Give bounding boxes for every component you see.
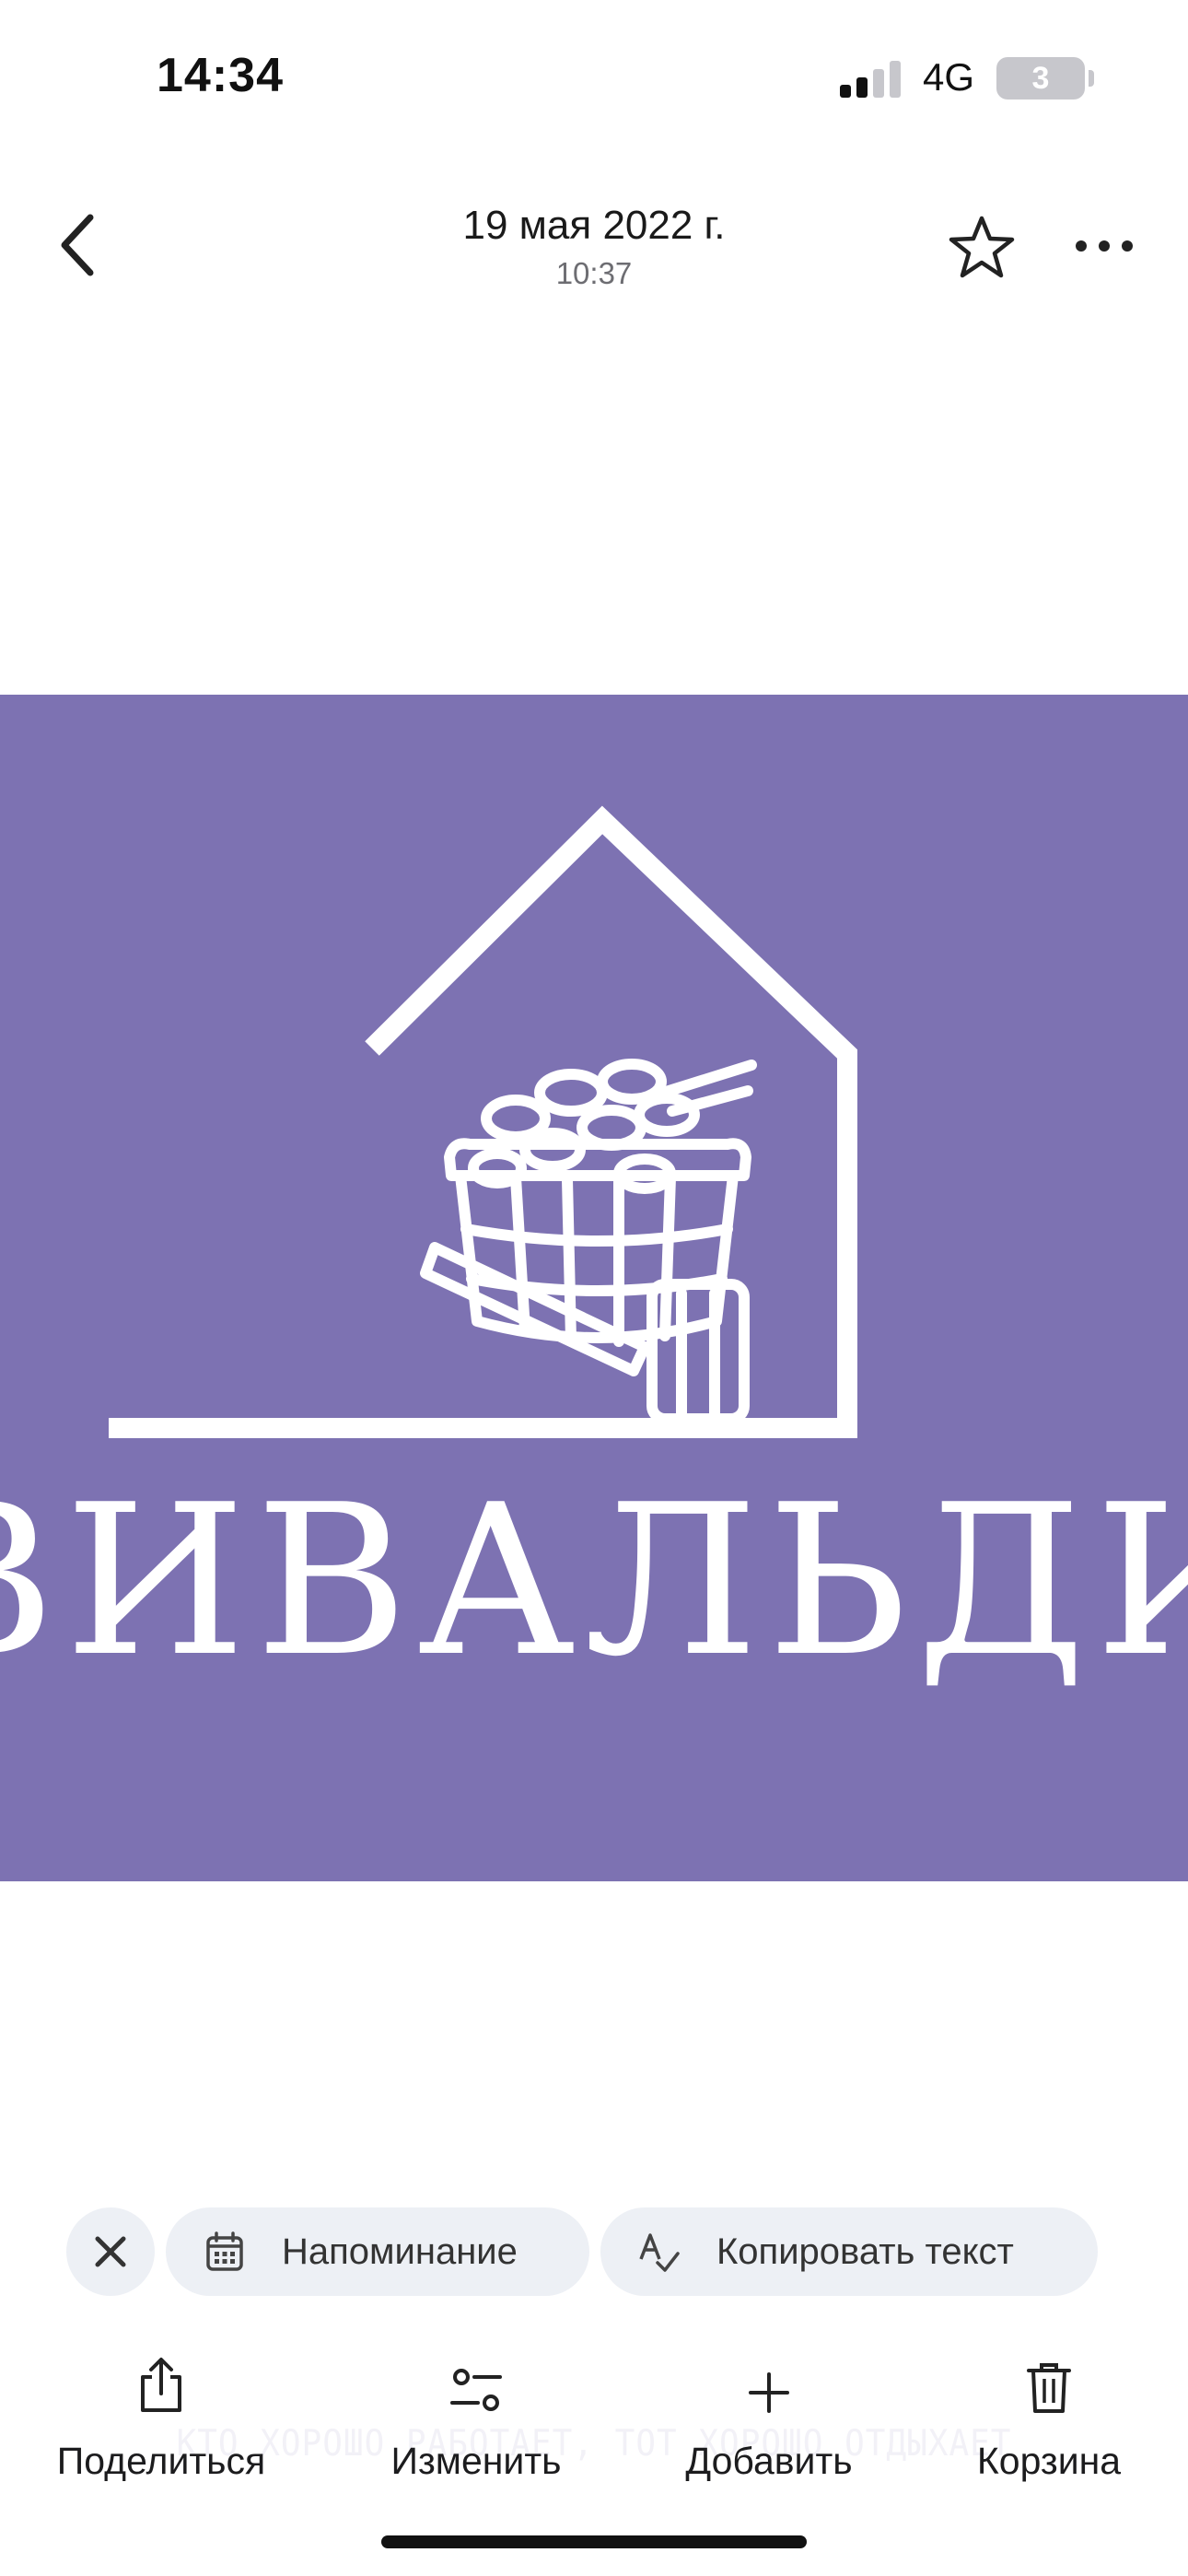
- text-recognition-icon: [639, 2233, 680, 2272]
- share-label: Поделиться: [56, 2440, 266, 2482]
- cellular-signal-icon: [840, 61, 901, 98]
- close-icon: [95, 2236, 126, 2267]
- add-button[interactable]: Добавить: [654, 2331, 884, 2483]
- reminder-chip-label: Напоминание: [282, 2231, 518, 2272]
- photo-image: ВИВАЛЬДИ КТО ХОРОШО РАБОТАЕТ, ТОТ ХОРОШО…: [0, 695, 1188, 2465]
- network-type: 4G: [923, 55, 975, 99]
- battery-icon: 3: [996, 57, 1085, 100]
- copy-text-chip-label: Копировать текст: [716, 2231, 1014, 2272]
- edit-button[interactable]: Изменить: [361, 2331, 591, 2483]
- share-button[interactable]: Поделиться: [46, 2331, 276, 2483]
- favorite-star-icon[interactable]: [947, 214, 1017, 280]
- calendar-icon: [206, 2231, 243, 2271]
- status-time: 14:34: [157, 49, 284, 102]
- edit-label: Изменить: [390, 2440, 562, 2482]
- share-icon: [141, 2358, 181, 2412]
- copy-text-chip-button[interactable]: Копировать текст: [600, 2207, 1098, 2296]
- more-options-icon[interactable]: [1074, 234, 1135, 258]
- logo-title: ВИВАЛЬДИ: [0, 1460, 1188, 1703]
- add-label: Добавить: [685, 2440, 853, 2482]
- dismiss-chip-button[interactable]: [66, 2207, 155, 2296]
- trash-icon: [1027, 2363, 1071, 2413]
- battery-tip: [1089, 70, 1094, 87]
- adjust-sliders-icon: [450, 2369, 502, 2411]
- trash-button[interactable]: Корзина: [934, 2331, 1164, 2483]
- trash-label: Корзина: [976, 2440, 1122, 2482]
- home-indicator[interactable]: [381, 2535, 807, 2548]
- vivaldi-logo-graphic: ВИВАЛЬДИ: [0, 805, 1188, 1703]
- plus-icon: [749, 2372, 789, 2413]
- reminder-chip-button[interactable]: Напоминание: [166, 2207, 589, 2296]
